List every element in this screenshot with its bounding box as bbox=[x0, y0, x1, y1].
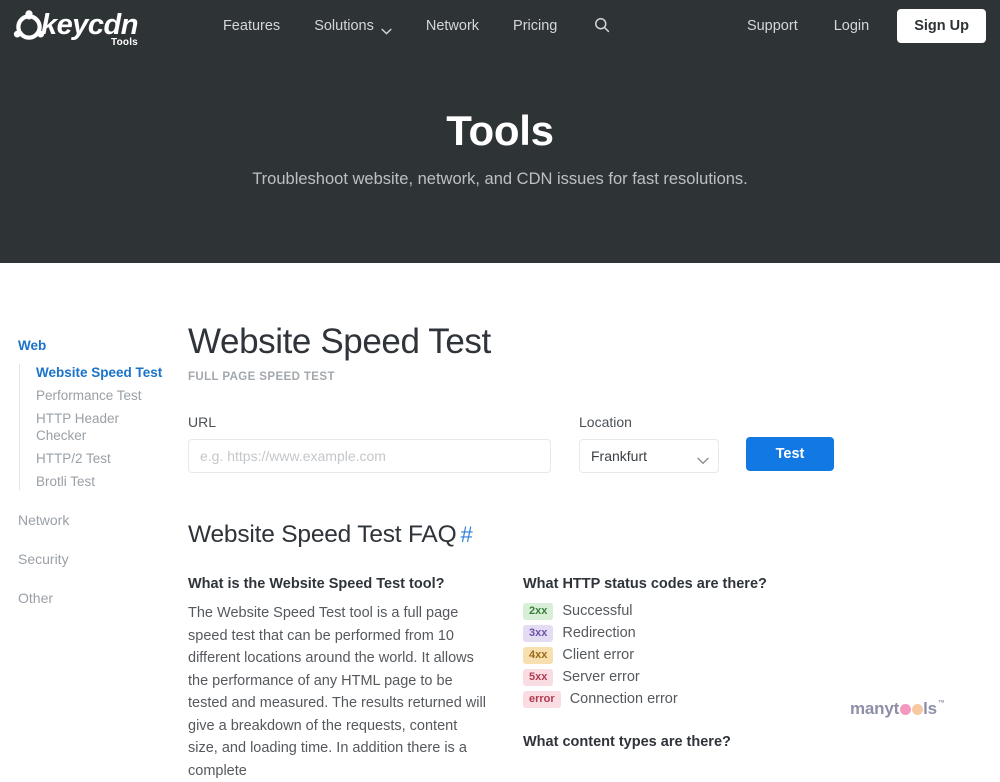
url-field-group: URL bbox=[188, 414, 551, 473]
sidebar-sublist-web: Website Speed Test Performance Test HTTP… bbox=[19, 364, 168, 490]
nav-item-features[interactable]: Features bbox=[206, 10, 297, 42]
status-row-error: error Connection error bbox=[523, 690, 823, 709]
status-row-2xx: 2xx Successful bbox=[523, 602, 823, 621]
hero-subtitle: Troubleshoot website, network, and CDN i… bbox=[252, 170, 748, 189]
status-label-error: Connection error bbox=[569, 691, 678, 707]
watermark-text-part2: ls bbox=[923, 699, 937, 718]
sidebar-nav: Web Website Speed Test Performance Test … bbox=[18, 337, 168, 607]
location-select-wrap: Frankfurt bbox=[579, 439, 719, 473]
location-label: Location bbox=[579, 414, 632, 430]
nav-label-login: Login bbox=[833, 18, 870, 34]
sign-up-button[interactable]: Sign Up bbox=[897, 9, 986, 43]
url-label: URL bbox=[188, 414, 217, 430]
status-badge-2xx: 2xx bbox=[523, 603, 554, 620]
sidebar-item-brotli-test[interactable]: Brotli Test bbox=[36, 473, 168, 490]
status-label-5xx: Server error bbox=[562, 669, 640, 685]
watermark-dot-1 bbox=[899, 704, 911, 715]
status-label-4xx: Client error bbox=[562, 647, 635, 663]
location-select[interactable]: Frankfurt bbox=[579, 439, 719, 473]
speed-test-form: URL Location Frankfurt Test bbox=[188, 414, 978, 473]
nav-label-features: Features bbox=[222, 18, 281, 34]
sidebar-item-other[interactable]: Other bbox=[18, 589, 168, 607]
sidebar-item-network[interactable]: Network bbox=[18, 511, 168, 529]
nav-label-network: Network bbox=[425, 18, 480, 34]
location-selected-value: Frankfurt bbox=[591, 448, 648, 464]
nav-label-solutions: Solutions bbox=[314, 18, 374, 34]
logo-wordmark: keycdn bbox=[41, 9, 138, 41]
url-input[interactable] bbox=[188, 439, 551, 473]
status-label-3xx: Redirection bbox=[562, 625, 636, 641]
status-row-3xx: 3xx Redirection bbox=[523, 624, 823, 643]
search-button[interactable] bbox=[582, 9, 622, 44]
nav-label-pricing: Pricing bbox=[513, 18, 558, 34]
watermark-text-part1: manyt bbox=[850, 699, 900, 718]
nav-item-pricing[interactable]: Pricing bbox=[496, 10, 574, 42]
logo-subtitle: Tools bbox=[111, 37, 138, 48]
watermark-trademark: ™ bbox=[937, 700, 945, 707]
status-label-2xx: Successful bbox=[562, 603, 633, 619]
nav-item-login[interactable]: Login bbox=[816, 10, 887, 42]
top-navbar: keycdn Tools Features Solutions Network … bbox=[0, 0, 1000, 52]
logo-text: keycdn Tools bbox=[41, 9, 138, 48]
search-icon bbox=[594, 17, 610, 36]
sidebar-item-http2-test[interactable]: HTTP/2 Test bbox=[36, 450, 168, 467]
sidebar-item-performance-test[interactable]: Performance Test bbox=[36, 387, 168, 404]
hero-section: Tools Troubleshoot website, network, and… bbox=[0, 52, 1000, 263]
nav-label-support: Support bbox=[746, 18, 798, 34]
sidebar-item-security[interactable]: Security bbox=[18, 550, 168, 568]
faq-answer-tool: The Website Speed Test tool is a full pa… bbox=[188, 605, 486, 779]
main-content: Web Website Speed Test Performance Test … bbox=[0, 263, 1000, 779]
primary-nav: Features Solutions Network Pricing bbox=[206, 9, 622, 44]
faq-columns: What is the Website Speed Test tool? The… bbox=[188, 574, 978, 782]
test-submit-button[interactable]: Test bbox=[746, 437, 834, 471]
faq-column-left: What is the Website Speed Test tool? The… bbox=[188, 574, 491, 782]
faq-column-right: What HTTP status codes are there? 2xx Su… bbox=[523, 574, 823, 782]
status-row-4xx: 4xx Client error bbox=[523, 646, 823, 665]
status-badge-error: error bbox=[523, 691, 561, 708]
faq-question-tool: What is the Website Speed Test tool? bbox=[188, 576, 445, 592]
sidebar-item-web[interactable]: Web bbox=[18, 337, 168, 355]
nav-item-network[interactable]: Network bbox=[409, 10, 496, 42]
faq-anchor-link[interactable]: # bbox=[460, 522, 472, 547]
faq-question-content-types: What content types are there? bbox=[523, 734, 731, 750]
hero-title: Tools bbox=[446, 106, 554, 154]
location-field-group: Location Frankfurt bbox=[579, 414, 719, 473]
status-code-list: 2xx Successful 3xx Redirection 4xx Clien… bbox=[523, 602, 823, 709]
sidebar-item-website-speed-test[interactable]: Website Speed Test bbox=[36, 364, 168, 381]
status-row-5xx: 5xx Server error bbox=[523, 668, 823, 687]
faq-question-status-codes: What HTTP status codes are there? bbox=[523, 576, 767, 592]
sidebar-item-http-header-checker[interactable]: HTTP Header Checker bbox=[36, 410, 168, 444]
status-badge-4xx: 4xx bbox=[523, 647, 554, 664]
status-badge-3xx: 3xx bbox=[523, 625, 554, 642]
keycdn-logo[interactable]: keycdn Tools bbox=[12, 8, 138, 48]
page-title: Website Speed Test bbox=[188, 322, 491, 361]
secondary-nav: Support Login Sign Up bbox=[729, 9, 1000, 43]
nav-item-support[interactable]: Support bbox=[729, 10, 816, 42]
watermark-dot-2 bbox=[911, 704, 923, 715]
status-badge-5xx: 5xx bbox=[523, 669, 554, 686]
faq-heading: Website Speed Test FAQ # bbox=[188, 521, 978, 549]
faq-heading-text: Website Speed Test FAQ bbox=[188, 521, 457, 548]
nav-item-solutions[interactable]: Solutions bbox=[297, 10, 409, 42]
manytools-watermark: manyt ls ™ bbox=[850, 699, 945, 718]
chevron-down-icon bbox=[381, 23, 392, 35]
sidebar-group-web: Web Website Speed Test Performance Test … bbox=[18, 337, 168, 490]
page-kicker: FULL PAGE SPEED TEST bbox=[188, 371, 335, 383]
